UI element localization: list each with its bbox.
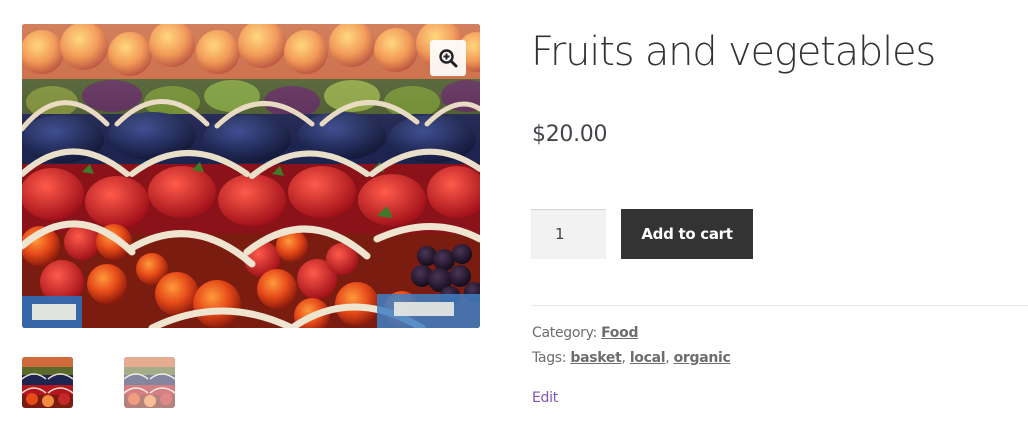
product-title: Fruits and vegetables [531, 29, 936, 75]
thumbnail-image [124, 357, 175, 408]
thumbnail-image [22, 357, 73, 408]
tag-link-basket[interactable]: basket [570, 350, 621, 366]
quantity-input[interactable] [531, 209, 606, 259]
tag-separator: , [665, 350, 674, 366]
product-main-image[interactable] [22, 24, 480, 328]
category-link-food[interactable]: Food [601, 325, 638, 341]
gallery-thumbnail-2[interactable] [124, 357, 175, 408]
produce-market-photo [22, 24, 480, 328]
product-tags: Tags: basket, local, organic [532, 348, 731, 368]
zoom-in-icon [439, 49, 458, 68]
tag-separator: , [621, 350, 630, 366]
product-price: $20.00 [532, 122, 608, 147]
edit-product-link[interactable]: Edit [532, 388, 558, 408]
tags-label: Tags: [532, 350, 567, 366]
category-label: Category: [532, 325, 597, 341]
gallery-thumbnail-1[interactable] [22, 357, 73, 408]
product-category: Category: Food [532, 323, 638, 343]
zoom-button[interactable] [430, 40, 466, 76]
meta-divider [531, 305, 1028, 306]
tag-link-local[interactable]: local [630, 350, 666, 366]
add-to-cart-button[interactable]: Add to cart [621, 209, 753, 259]
product-page: Fruits and vegetables $20.00 Add to cart… [0, 0, 1028, 436]
tag-link-organic[interactable]: organic [674, 350, 731, 366]
